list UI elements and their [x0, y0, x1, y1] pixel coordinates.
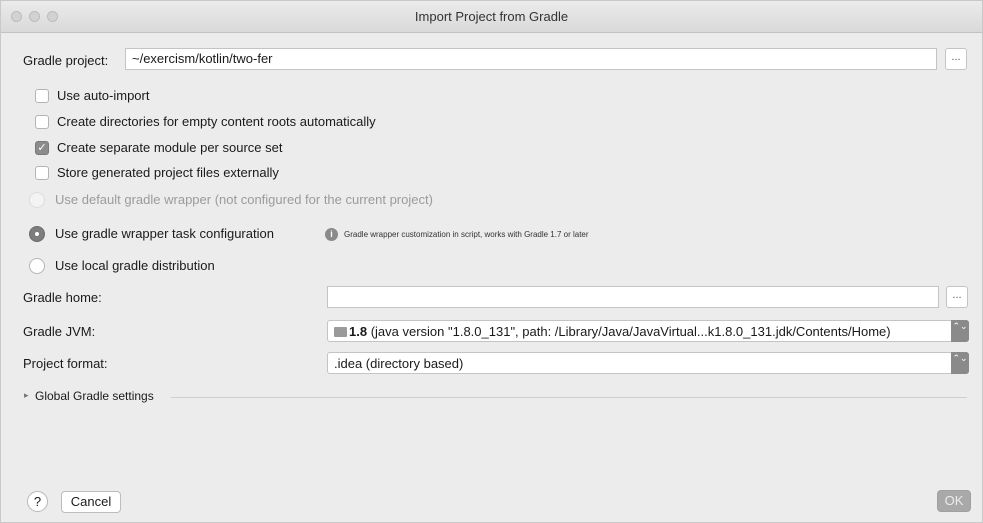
use-auto-import-label: Use auto-import — [57, 88, 150, 103]
chevron-updown-icon: ⌃⌄ — [951, 320, 969, 342]
project-format-select[interactable]: .idea (directory based) ⌃⌄ — [327, 352, 969, 374]
gradle-home-browse-button[interactable]: ... — [946, 286, 968, 308]
task-config-label: Use gradle wrapper task configuration — [55, 226, 274, 241]
expand-triangle-icon[interactable]: ▸ — [24, 390, 29, 401]
separate-module-label: Create separate module per source set — [57, 140, 283, 155]
jdk-folder-icon — [334, 327, 347, 337]
create-directories-checkbox[interactable] — [35, 115, 49, 129]
global-settings-label[interactable]: Global Gradle settings — [35, 389, 154, 403]
chevron-updown-icon: ⌃⌄ — [951, 352, 969, 374]
gradle-project-browse-button[interactable]: ... — [945, 48, 967, 70]
ok-button[interactable]: OK — [937, 490, 971, 512]
help-button[interactable]: ? — [27, 491, 48, 512]
gradle-project-label: Gradle project: — [23, 53, 109, 68]
store-external-checkbox[interactable] — [35, 166, 49, 180]
import-dialog: Import Project from Gradle Gradle projec… — [0, 0, 983, 523]
create-directories-label: Create directories for empty content roo… — [57, 114, 376, 129]
gradle-home-label: Gradle home: — [23, 290, 102, 305]
gradle-home-field[interactable] — [327, 286, 939, 308]
use-auto-import-checkbox[interactable] — [35, 89, 49, 103]
cancel-button[interactable]: Cancel — [61, 491, 121, 513]
task-config-hint: Gradle wrapper customization in script, … — [344, 230, 589, 239]
project-format-label: Project format: — [23, 356, 108, 371]
gradle-jvm-label: Gradle JVM: — [23, 324, 96, 339]
jvm-version: 1.8 — [349, 324, 368, 339]
separate-module-checkbox[interactable]: ✓ — [35, 141, 49, 155]
task-config-radio[interactable] — [29, 226, 45, 242]
gradle-jvm-select[interactable]: 1.8 (java version "1.8.0_131", path: /Li… — [327, 320, 969, 342]
title-bar: Import Project from Gradle — [1, 1, 982, 33]
store-external-label: Store generated project files externally — [57, 165, 279, 180]
project-format-value: .idea (directory based) — [334, 356, 464, 371]
local-distribution-label: Use local gradle distribution — [55, 258, 215, 273]
local-distribution-radio[interactable] — [29, 258, 45, 274]
gradle-project-field[interactable]: ~/exercism/kotlin/two-fer — [125, 48, 937, 70]
section-divider — [171, 397, 967, 398]
default-wrapper-radio[interactable] — [29, 192, 45, 208]
info-icon: i — [325, 228, 338, 241]
default-wrapper-label: Use default gradle wrapper (not configur… — [55, 192, 433, 207]
jvm-detail: (java version "1.8.0_131", path: /Librar… — [367, 324, 891, 339]
window-title: Import Project from Gradle — [414, 9, 569, 24]
